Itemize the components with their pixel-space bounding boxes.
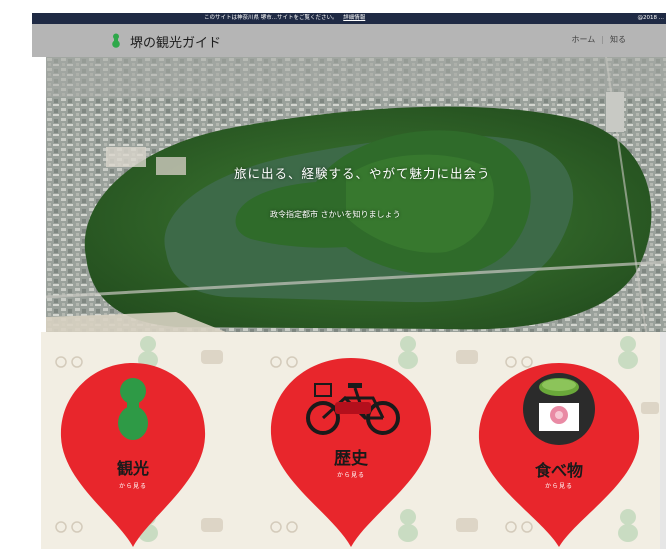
nav-item-home[interactable]: ホーム: [572, 35, 596, 44]
category-sublabel: から見る: [118, 483, 147, 490]
notice-right-text: @2018 ...: [637, 15, 665, 21]
site-title[interactable]: 堺の観光ガイド: [130, 32, 221, 51]
bicycle-icon: [306, 383, 400, 435]
hero-subtitle: 政令指定都市 さかいを知りましょう: [270, 210, 401, 219]
hero-banner: 旅に出る、経験する、やがて魅力に出会う 政令指定都市 さかいを知りましょう: [46, 57, 666, 332]
nav-item-learn[interactable]: 知る: [610, 35, 626, 44]
hero-aerial-image: [46, 57, 666, 332]
haniwa-keyhole-icon: [118, 378, 148, 440]
main-nav: ホーム | 知る: [572, 34, 626, 45]
notice-message: このサイトは神奈川県 堺市...サイトをご覧ください。: [204, 15, 338, 21]
category-label: 食べ物: [534, 461, 583, 480]
category-section: 観光 から見る 歴史 から見る 食べ物 から見る: [41, 332, 666, 549]
notice-text: このサイトは神奈川県 堺市...サイトをご覧ください。 詳細情報: [204, 13, 365, 24]
category-label: 歴史: [334, 449, 368, 469]
notice-details-link[interactable]: 詳細情報: [343, 15, 365, 21]
category-pin-sightseeing[interactable]: 観光 から見る: [57, 357, 209, 549]
category-pin-food[interactable]: 食べ物 から見る: [475, 359, 643, 549]
site-header: 堺の観光ガイド ホーム | 知る: [32, 24, 666, 57]
category-sublabel: から見る: [336, 472, 365, 479]
category-sublabel: から見る: [544, 483, 573, 490]
notice-bar: このサイトは神奈川県 堺市...サイトをご覧ください。 詳細情報 @2018 .…: [32, 13, 666, 24]
nav-separator: |: [601, 35, 604, 44]
tea-sweets-icon: [523, 373, 595, 445]
site-logo-icon: [112, 33, 120, 48]
category-label: 観光: [116, 459, 149, 478]
category-pin-history[interactable]: 歴史 から見る: [267, 354, 435, 549]
scrollbar-track[interactable]: [660, 332, 666, 549]
hero-title: 旅に出る、経験する、やがて魅力に出会う: [234, 166, 491, 181]
